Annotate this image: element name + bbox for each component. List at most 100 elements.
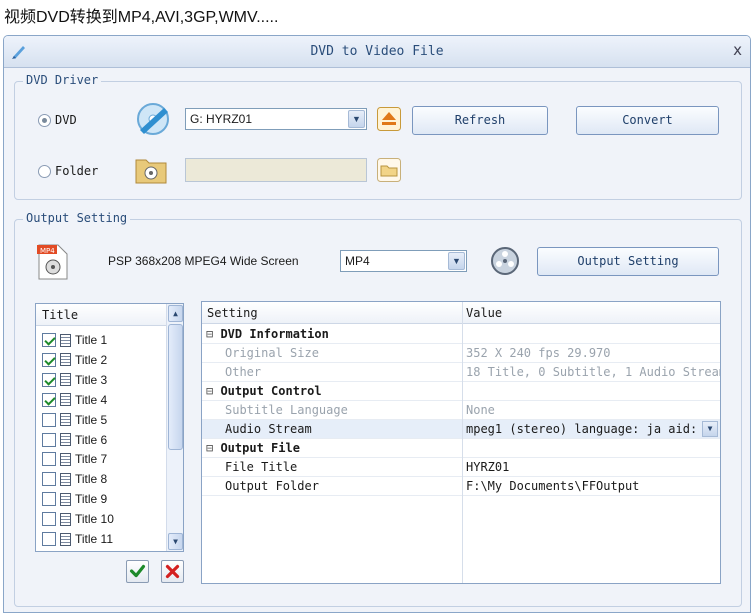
grid-property-row[interactable]: Original Size 352 X 240 fps 29.970	[202, 344, 720, 363]
mp4-file-icon: MP4	[37, 244, 68, 280]
title-list-header[interactable]: Title	[36, 304, 183, 326]
settings-grid: Setting Value DVD Information Original Si…	[201, 301, 721, 584]
scroll-thumb[interactable]	[168, 324, 183, 450]
title-label: Title 1	[75, 333, 108, 347]
title-bar: DVD to Video File x	[4, 36, 750, 68]
title-label: Title 7	[75, 452, 108, 467]
radio-dvd-label: DVD	[55, 113, 77, 127]
open-folder-icon[interactable]	[377, 158, 401, 182]
title-label: Title 2	[75, 352, 108, 367]
page-caption: 视频DVD转换到MP4,AVI,3GP,WMV.....	[4, 9, 279, 26]
title-list-item[interactable]: Title 11	[42, 529, 113, 549]
preset-label: PSP 368x208 MPEG4 Wide Screen	[108, 254, 299, 268]
uncheck-all-button[interactable]	[161, 560, 184, 583]
chevron-down-icon[interactable]: ▼	[702, 421, 718, 437]
title-list-scrollbar[interactable]: ▲ ▼	[166, 304, 183, 551]
title-label: Title 4	[75, 392, 108, 407]
grid-header: Setting Value	[202, 302, 720, 324]
reel-settings-icon	[491, 247, 519, 275]
radio-folder[interactable]: Folder	[38, 164, 98, 178]
film-icon	[60, 452, 71, 466]
title-list-item[interactable]: Title 2	[42, 350, 107, 370]
col-header-value[interactable]: Value	[466, 306, 502, 320]
property-value: None	[466, 403, 495, 417]
title-list-item[interactable]: Title 1	[42, 330, 107, 350]
grid-property-row[interactable]: File Title HYRZ01	[202, 458, 720, 477]
title-label: Title 11	[75, 532, 114, 546]
check-all-button[interactable]	[126, 560, 149, 583]
property-name: Subtitle Language	[225, 403, 348, 417]
title-checkbox[interactable]	[42, 372, 56, 387]
film-icon	[60, 353, 71, 367]
chevron-down-icon[interactable]: ▼	[448, 252, 465, 270]
film-icon	[60, 373, 71, 387]
title-checkbox[interactable]	[42, 392, 56, 407]
title-label: Title 3	[75, 372, 108, 387]
title-checkbox[interactable]	[42, 412, 56, 427]
dvd-driver-legend: DVD Driver	[23, 73, 102, 87]
folder-icon	[135, 159, 167, 184]
title-list-item[interactable]: Title 10	[42, 509, 114, 529]
title-list-item[interactable]: Title 4	[42, 390, 107, 410]
grid-property-row[interactable]: Output Folder F:\My Documents\FFOutput	[202, 477, 720, 496]
radio-dvd[interactable]: DVD	[38, 113, 77, 127]
title-list-item[interactable]: Title 5	[42, 410, 107, 430]
column-divider[interactable]	[462, 302, 463, 583]
format-select-value: MP4	[345, 254, 370, 268]
property-name: Output Control	[206, 384, 321, 398]
film-icon	[60, 512, 71, 526]
title-checkbox[interactable]	[42, 492, 56, 507]
title-checkbox[interactable]	[42, 333, 56, 347]
output-setting-button[interactable]: Output Setting	[537, 247, 719, 276]
refresh-button[interactable]: Refresh	[412, 106, 548, 135]
title-list-item[interactable]: Title 8	[42, 469, 107, 489]
col-header-setting[interactable]: Setting	[207, 306, 258, 320]
property-name: Audio Stream	[225, 422, 312, 436]
chevron-down-icon[interactable]: ▼	[348, 110, 365, 128]
format-select[interactable]: MP4 ▼	[340, 250, 467, 272]
radio-folder-label: Folder	[55, 164, 99, 178]
dvd-to-video-window: DVD to Video File x DVD Driver DVD G: HY…	[3, 35, 751, 613]
property-name: File Title	[225, 460, 298, 474]
title-checkbox[interactable]	[42, 452, 56, 467]
grid-property-row[interactable]: Subtitle Language None	[202, 401, 720, 420]
title-list-item[interactable]: Title 3	[42, 370, 107, 390]
eject-icon[interactable]	[377, 107, 401, 131]
close-button[interactable]: x	[733, 41, 742, 59]
title-label: Title 8	[75, 472, 108, 487]
title-list[interactable]: Title Title 1 Title 2 Title 3 Title 4 Title …	[35, 303, 184, 552]
window-title: DVD to Video File	[310, 44, 444, 59]
title-checkbox[interactable]	[42, 532, 56, 546]
property-value: 352 X 240 fps 29.970	[466, 346, 611, 360]
film-icon	[60, 333, 71, 347]
title-label: Title 5	[75, 412, 108, 427]
property-name: Output File	[206, 441, 299, 455]
title-checkbox[interactable]	[42, 512, 56, 527]
radio-dvd-dot[interactable]	[38, 113, 51, 127]
title-label: Title 6	[75, 432, 108, 447]
convert-button[interactable]: Convert	[576, 106, 719, 135]
radio-folder-dot[interactable]	[38, 164, 51, 178]
scroll-up-icon[interactable]: ▲	[168, 305, 183, 322]
grid-property-row[interactable]: Audio Stream mpeg1 (stereo) language: ja …	[202, 420, 720, 439]
scroll-down-icon[interactable]: ▼	[168, 533, 183, 550]
folder-path-input[interactable]	[185, 158, 367, 182]
film-icon	[60, 532, 71, 546]
grid-category-row[interactable]: DVD Information	[202, 325, 720, 344]
drive-select[interactable]: G: HYRZ01 ▼	[185, 108, 367, 130]
title-list-item[interactable]: Title 9	[42, 489, 107, 509]
output-setting-legend: Output Setting	[23, 211, 131, 225]
grid-property-row[interactable]: Other 18 Title, 0 Subtitle, 1 Audio Strea…	[202, 363, 720, 382]
dvd-driver-group: DVD Driver	[14, 73, 742, 200]
grid-category-row[interactable]: Output Control	[202, 382, 720, 401]
film-icon	[60, 393, 71, 407]
grid-category-row[interactable]: Output File	[202, 439, 720, 458]
film-icon	[60, 413, 71, 427]
title-list-item[interactable]: Title 7	[42, 449, 107, 469]
title-checkbox[interactable]	[42, 352, 56, 367]
dvd-disc-icon	[137, 103, 169, 135]
title-checkbox[interactable]	[42, 472, 56, 487]
title-list-item[interactable]: Title 6	[42, 430, 107, 450]
title-checkbox[interactable]	[42, 432, 56, 447]
property-value: 18 Title, 0 Subtitle, 1 Audio Stream	[466, 365, 721, 379]
